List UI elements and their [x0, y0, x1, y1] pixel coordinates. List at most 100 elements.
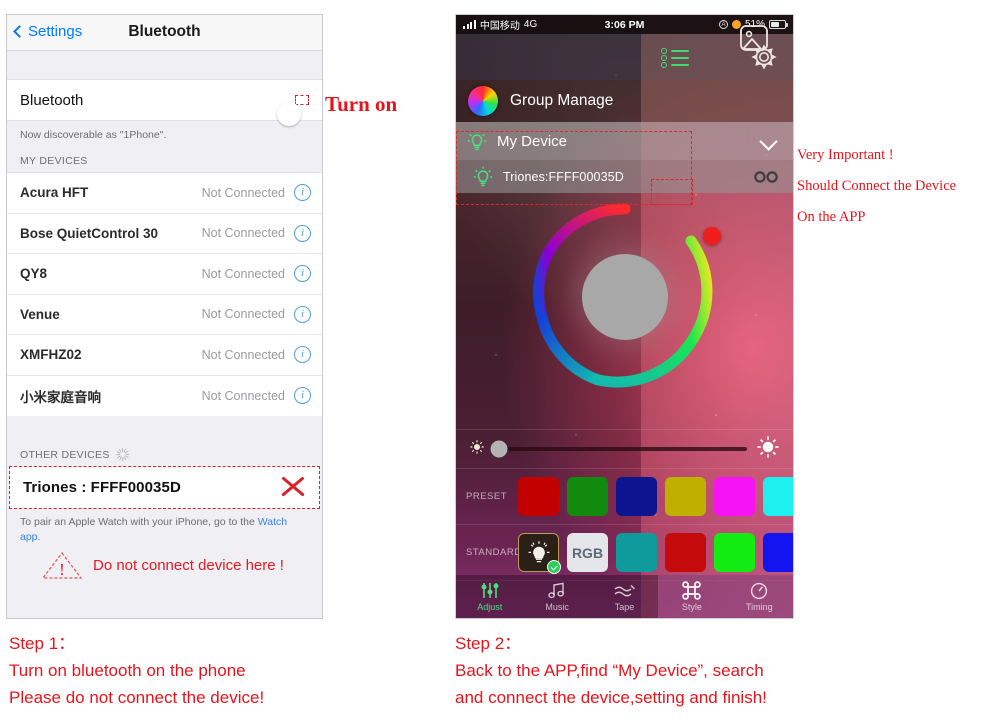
- tab-timing[interactable]: Timing: [726, 575, 793, 618]
- tab-tape[interactable]: Tape: [591, 575, 658, 618]
- annotation-line: Should Connect the Device: [797, 178, 957, 194]
- device-status: Not Connected: [201, 388, 285, 403]
- my-devices-list: Acura HFT Not Connected i Bose QuietCont…: [7, 172, 322, 416]
- info-icon[interactable]: i: [294, 265, 311, 283]
- rotation-lock-icon: A: [718, 20, 728, 29]
- other-devices-header: OTHER DEVICES: [7, 438, 322, 466]
- step2-line2: and connect the device,setting and finis…: [455, 688, 767, 707]
- tab-label: Timing: [745, 601, 773, 612]
- chevron-down-icon[interactable]: [759, 131, 778, 151]
- standard-color-row: STANDARD RGB: [456, 525, 793, 581]
- link-icon[interactable]: [753, 168, 779, 186]
- bluetooth-toggle-row[interactable]: Bluetooth: [7, 79, 322, 126]
- sun-small-icon: [469, 439, 485, 460]
- pair-note-end: .: [37, 530, 41, 543]
- tab-style[interactable]: Style: [658, 575, 725, 618]
- my-device-label: My Device: [497, 132, 568, 150]
- color-wheel-handle[interactable]: [703, 227, 721, 245]
- other-devices-header-label: OTHER DEVICES: [20, 448, 110, 461]
- device-status: Not Connected: [201, 226, 285, 241]
- info-icon[interactable]: i: [294, 305, 311, 323]
- device-status: Not Connected: [201, 347, 285, 362]
- preset-swatch[interactable]: [518, 477, 559, 516]
- device-name: Bose QuietControl 30: [20, 225, 159, 241]
- info-icon[interactable]: i: [294, 184, 311, 202]
- table-row[interactable]: QY8 Not Connected i: [7, 254, 322, 295]
- tab-label: Style: [681, 601, 702, 612]
- trione-device-highlight: Triones : FFFF00035D: [9, 466, 320, 509]
- standard-warm-white-button[interactable]: [518, 533, 561, 574]
- device-name: 小米家庭音响: [20, 389, 101, 405]
- discoverable-text: Now discoverable as "1Phone".: [7, 121, 322, 145]
- iphone-bluetooth-settings-screen: Settings Bluetooth Bluetooth Now discove…: [6, 14, 323, 619]
- preset-swatch[interactable]: [714, 477, 755, 516]
- preset-swatch[interactable]: [665, 477, 706, 516]
- standard-swatch[interactable]: [763, 533, 793, 572]
- my-device-group-row[interactable]: My Device: [456, 122, 793, 160]
- table-row[interactable]: Venue Not Connected i: [7, 295, 322, 335]
- selected-check-icon: [547, 560, 561, 574]
- preset-color-row: PRESET: [456, 469, 793, 525]
- apple-watch-pair-note: To pair an Apple Watch with your iPhone,…: [7, 509, 322, 545]
- standard-swatch[interactable]: [714, 533, 755, 572]
- device-status: Not Connected: [201, 307, 285, 322]
- device-item-triones[interactable]: Triones:FFFF00035D: [456, 160, 793, 193]
- navigation-bar: Settings Bluetooth: [7, 15, 322, 51]
- table-row[interactable]: XMFHZ02 Not Connected i: [7, 335, 322, 376]
- tutorial-page: Settings Bluetooth Bluetooth Now discove…: [0, 0, 1000, 723]
- preset-swatch[interactable]: [616, 477, 657, 516]
- warning-text: Do not connect device here !: [93, 556, 284, 574]
- table-row[interactable]: Bose QuietControl 30 Not Connected i: [7, 214, 322, 254]
- info-icon[interactable]: i: [294, 346, 311, 364]
- image-icon[interactable]: [737, 21, 771, 60]
- list-icon[interactable]: [659, 46, 695, 68]
- preset-swatch[interactable]: [763, 477, 793, 516]
- other-device-name: Triones : FFFF00035D: [23, 479, 181, 496]
- sun-large-icon: [756, 435, 780, 464]
- bluetooth-row-label: Bluetooth: [20, 91, 84, 109]
- table-row[interactable]: Acura HFT Not Connected i: [7, 173, 322, 214]
- bottom-tab-bar: Adjust Music Tape Style Timing: [456, 575, 793, 618]
- brightness-slider-row[interactable]: [456, 429, 793, 469]
- standard-swatch[interactable]: [665, 533, 706, 572]
- device-status: Not Connected: [201, 185, 285, 200]
- annotation-line: On the APP: [797, 209, 866, 225]
- brightness-slider-track[interactable]: [490, 440, 747, 458]
- color-wheel-area[interactable]: [456, 193, 793, 429]
- info-icon[interactable]: i: [294, 387, 311, 405]
- loading-spinner-icon: [115, 448, 129, 461]
- brightness-slider-knob[interactable]: [490, 440, 508, 458]
- step1-caption: Step 1： Turn on bluetooth on the phone P…: [9, 630, 264, 711]
- table-row[interactable]: 小米家庭音响 Not Connected i: [7, 376, 322, 417]
- pair-note-text: To pair an Apple Watch with your iPhone,…: [20, 516, 258, 528]
- settings-spacer: [7, 51, 322, 79]
- annotation-line: Very Important !: [797, 147, 894, 163]
- timer-icon: [750, 582, 768, 600]
- warning-triangle-icon: !: [41, 550, 83, 580]
- do-not-connect-warning: ! Do not connect device here !: [7, 544, 322, 593]
- other-device-row[interactable]: Triones : FFFF00035D: [10, 467, 319, 508]
- music-note-icon: [548, 582, 566, 600]
- info-icon[interactable]: i: [294, 224, 311, 242]
- device-name-label: Triones:FFFF00035D: [503, 169, 624, 184]
- command-icon: [682, 581, 702, 600]
- my-devices-header: MY DEVICES: [7, 145, 322, 172]
- tab-music[interactable]: Music: [523, 575, 590, 618]
- waves-icon: [614, 582, 636, 600]
- standard-rgb-button[interactable]: RGB: [567, 533, 608, 572]
- bulb-icon: [473, 166, 493, 188]
- device-status: Not Connected: [201, 266, 285, 281]
- tab-label: Adjust: [477, 601, 503, 612]
- preset-swatch[interactable]: [567, 477, 608, 516]
- bluetooth-toggle-highlight: [276, 95, 309, 126]
- color-wheel-center: [527, 199, 723, 395]
- battery-icon: [769, 20, 788, 29]
- tab-label: Tape: [614, 601, 635, 612]
- bulb-icon: [467, 130, 487, 152]
- standard-swatch[interactable]: [616, 533, 657, 572]
- device-name: Acura HFT: [20, 185, 89, 201]
- color-wheel-avatar-icon[interactable]: [468, 86, 498, 116]
- tab-adjust[interactable]: Adjust: [456, 575, 523, 618]
- device-name: Venue: [20, 306, 60, 322]
- red-x-icon: [279, 473, 305, 499]
